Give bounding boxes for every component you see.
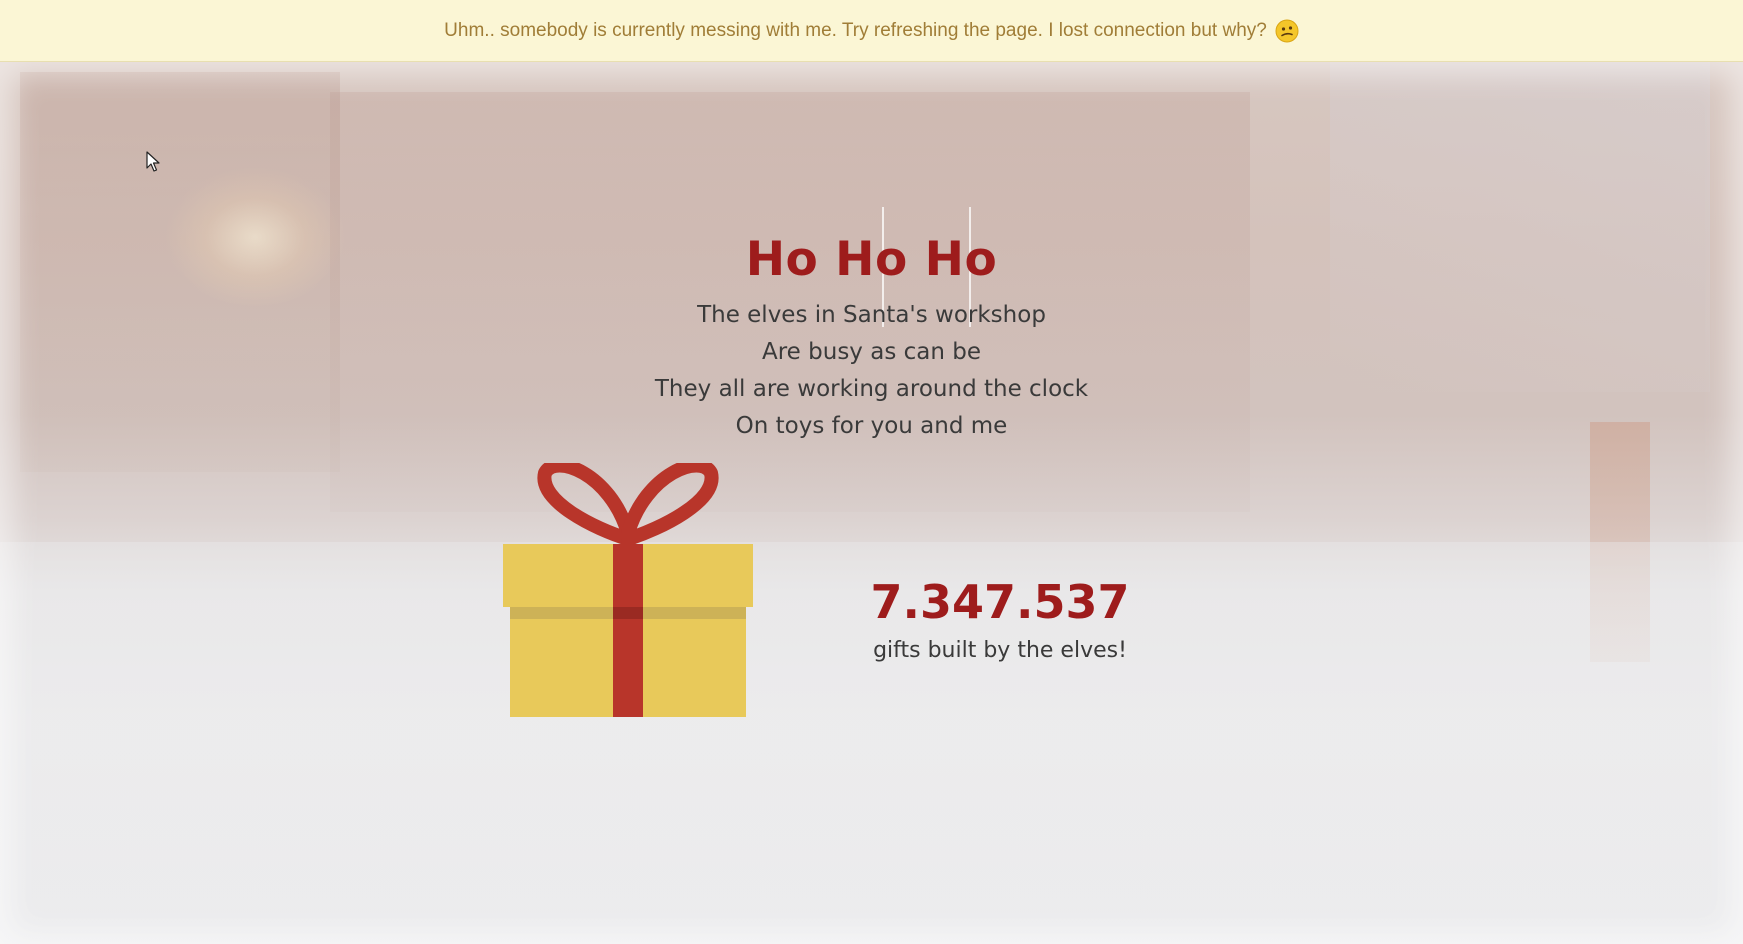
- gift-counter: 7.347.537 gifts built by the elves!: [860, 572, 1140, 668]
- banner-message: Uhm.. somebody is currently messing with…: [444, 19, 1267, 41]
- background-vignette: [0, 62, 1743, 944]
- gift-count-value: 7.347.537: [870, 575, 1130, 629]
- gift-box-icon: [500, 458, 760, 723]
- page-title: Ho Ho Ho: [745, 232, 998, 287]
- poem-line: The elves in Santa's workshop: [697, 302, 1046, 328]
- background-scene: [0, 62, 1743, 944]
- poem: The elves in Santa's workshop Are busy a…: [0, 297, 1743, 445]
- mouse-cursor-icon: [146, 151, 160, 173]
- poem-line: They all are working around the clock: [654, 376, 1089, 402]
- gift-count-label: gifts built by the elves!: [873, 638, 1127, 663]
- confused-face-icon: [1275, 19, 1299, 43]
- page: Uhm.. somebody is currently messing with…: [0, 0, 1743, 944]
- connection-warning-banner: Uhm.. somebody is currently messing with…: [0, 0, 1743, 62]
- poem-line: On toys for you and me: [735, 413, 1008, 439]
- poem-line: Are busy as can be: [762, 339, 981, 365]
- poem-section: Ho Ho Ho The elves in Santa's workshop A…: [0, 225, 1743, 445]
